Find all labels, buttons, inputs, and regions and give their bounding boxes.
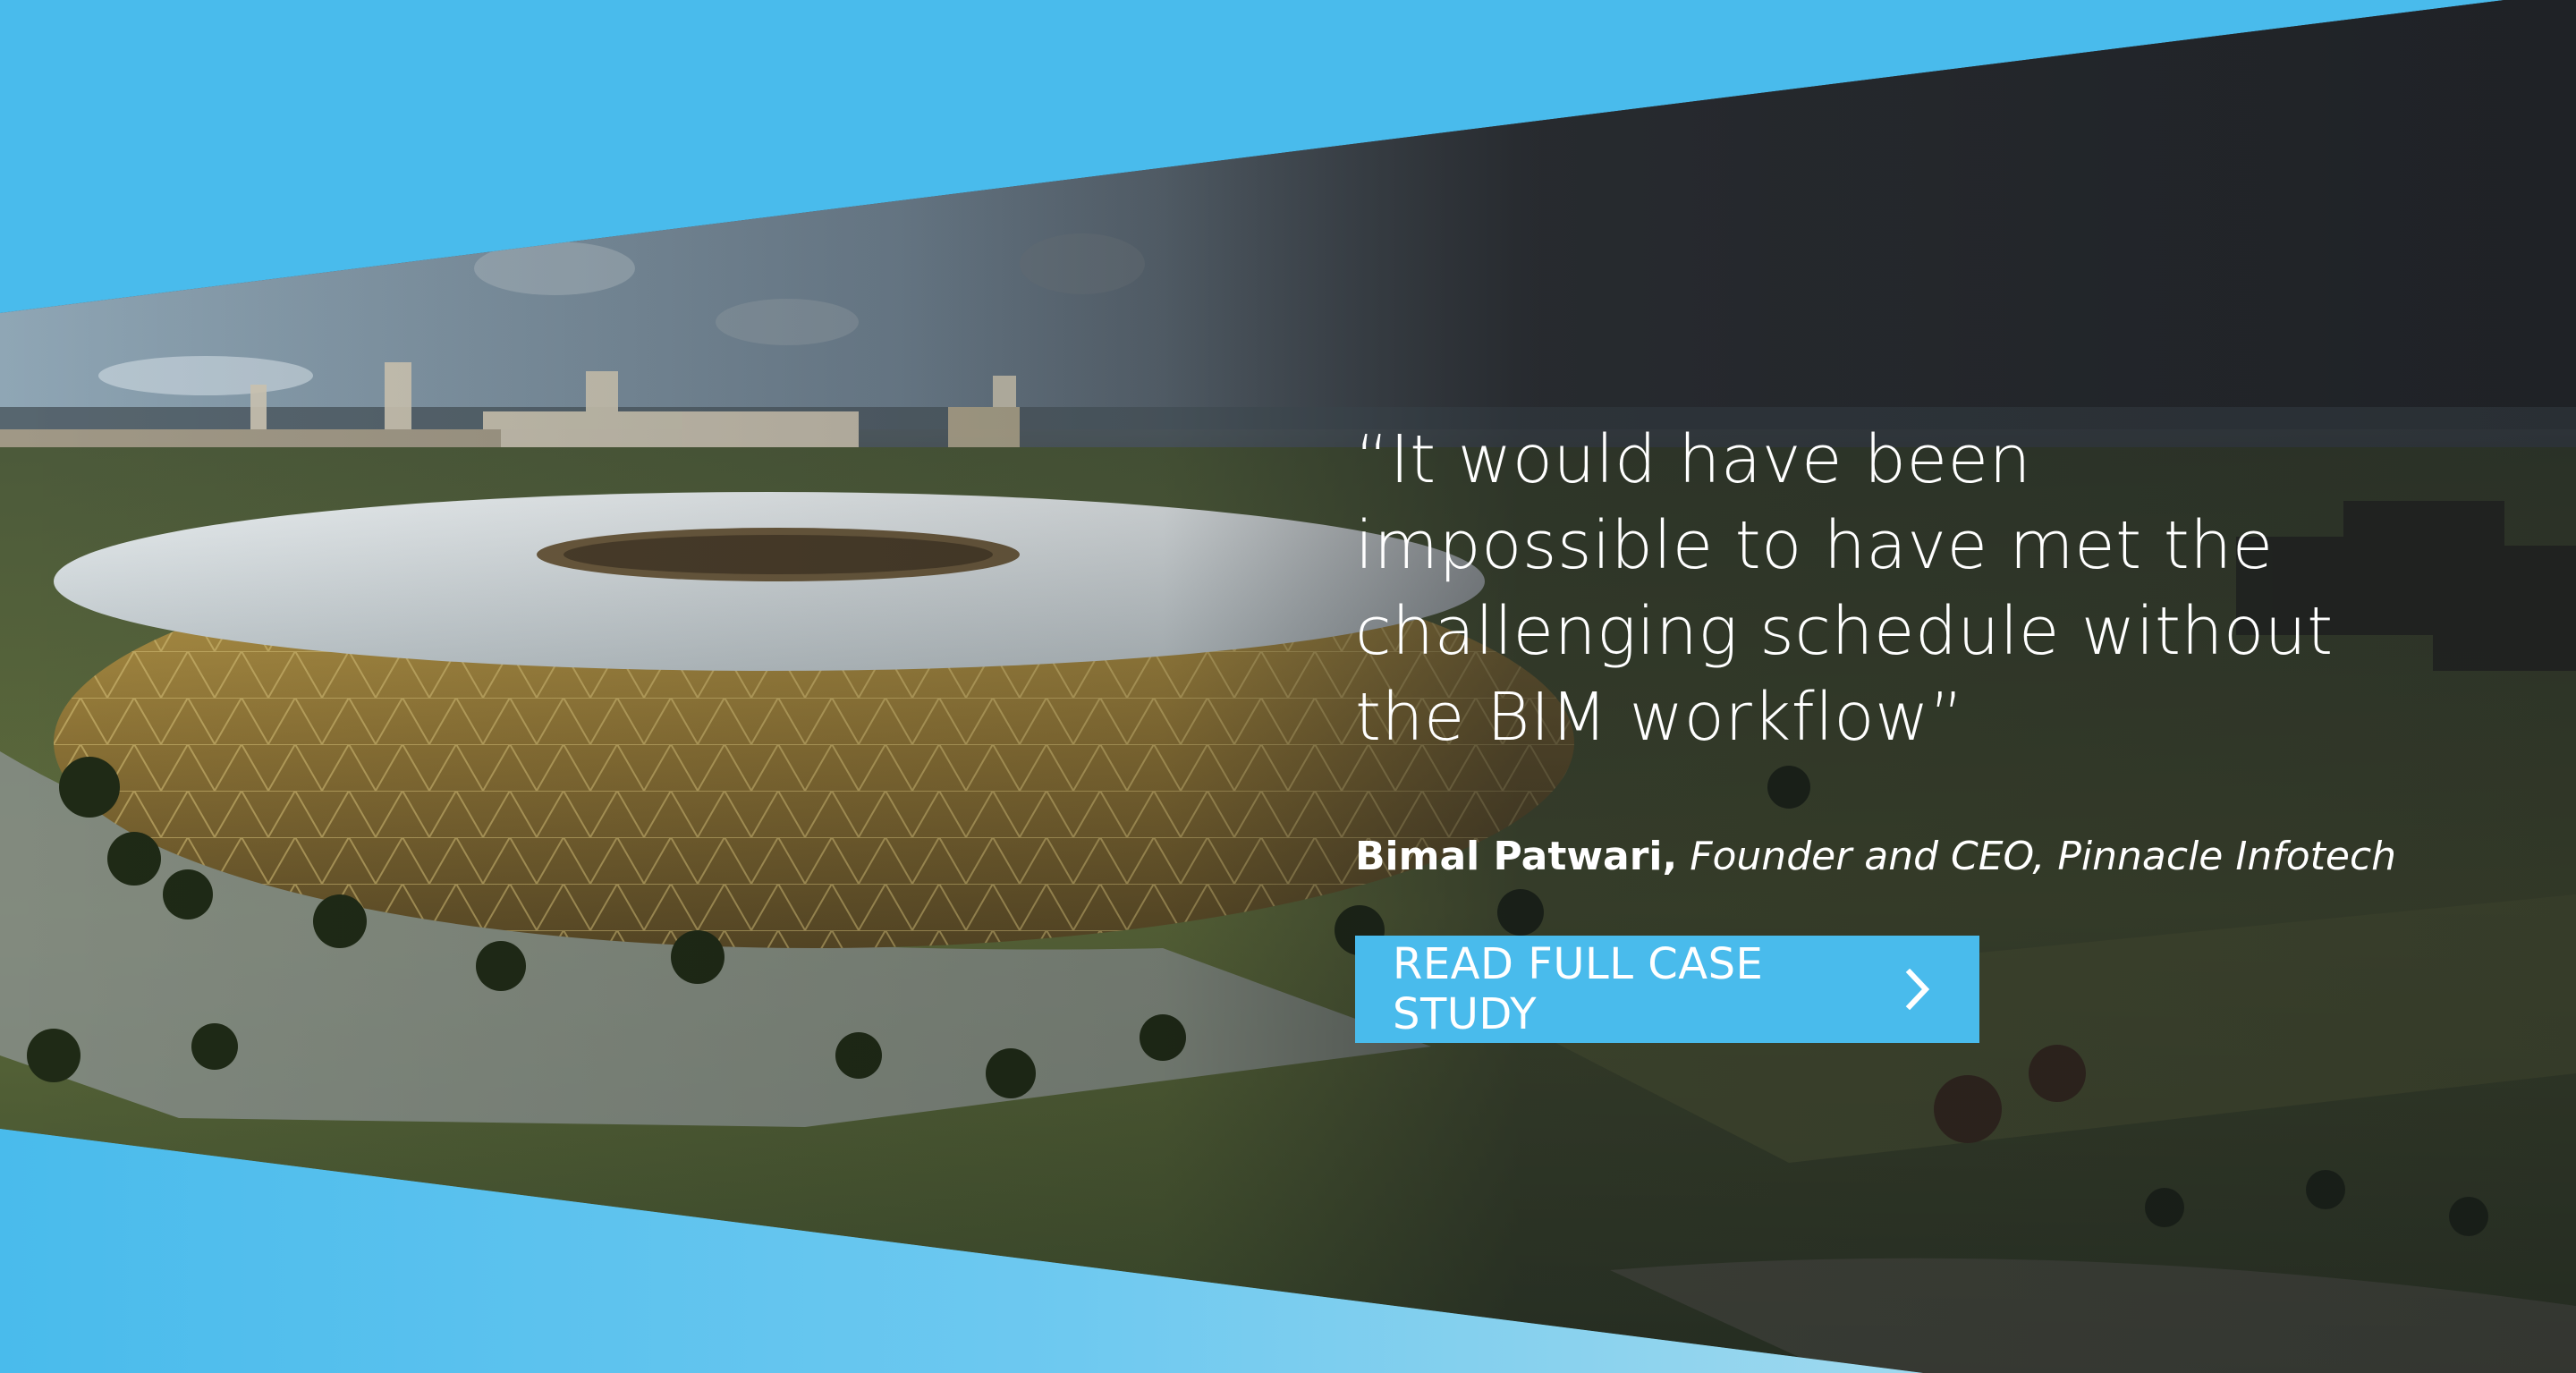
attribution-role: Founder and CEO, Pinnacle Infotech [1690, 834, 2397, 879]
read-case-study-button[interactable]: READ FULL CASE STUDY [1355, 936, 1979, 1043]
read-case-study-label: READ FULL CASE STUDY [1393, 939, 1764, 1039]
testimonial-quote: “It would have been impossible to have m… [1355, 421, 2334, 756]
testimonial: “It would have been impossible to have m… [1355, 417, 2482, 1043]
attribution-name: Bimal Patwari, [1355, 834, 1678, 879]
case-study-hero: “It would have been impossible to have m… [0, 0, 2576, 1373]
chevron-right-icon [1905, 969, 1930, 1010]
testimonial-attribution: Bimal Patwari, Founder and CEO, Pinnacle… [1355, 832, 2482, 882]
